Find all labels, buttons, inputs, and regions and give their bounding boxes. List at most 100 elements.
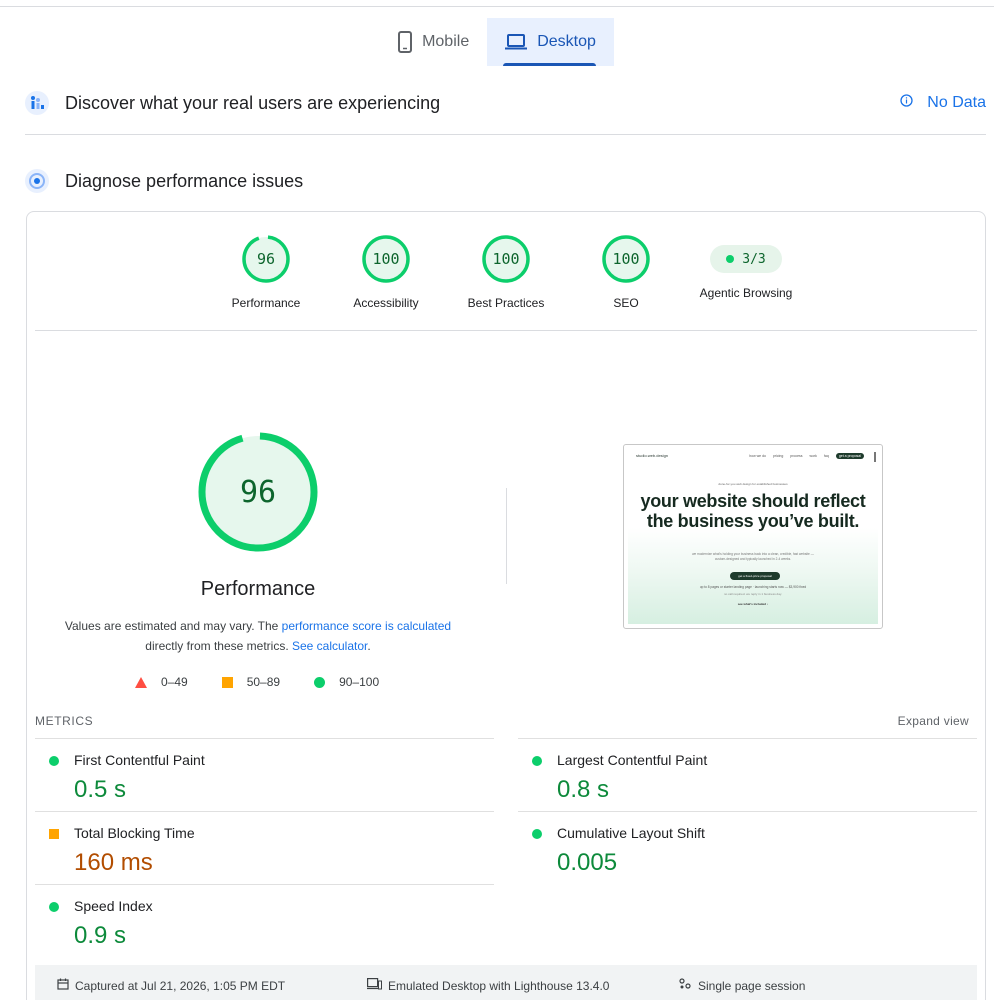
- metric-value: 0.005: [557, 849, 618, 876]
- legend-item-average: 50–89: [221, 675, 281, 689]
- gauge-label: Accessibility: [353, 296, 419, 310]
- thumb-brand: studio.web.design: [636, 453, 669, 458]
- session-icon: [678, 978, 692, 993]
- thumb-subtext: we modernize what's holding your busines…: [692, 552, 814, 561]
- legend-range: 90–100: [339, 675, 380, 689]
- thumb-line: see what's included ↓: [737, 602, 769, 606]
- category-gauges: 96 Performance 100 Accessibility 100 Bes…: [27, 234, 987, 324]
- gauge-ring: 100: [361, 234, 411, 284]
- gauge-agentic-browsing[interactable]: 3/3 Agentic Browsing: [686, 234, 806, 300]
- thumb-line: up to 8 pages or starter landing page · …: [699, 585, 807, 589]
- diagnose-title: Diagnose performance issues: [65, 170, 304, 191]
- see-calculator-link[interactable]: See calculator: [292, 639, 367, 653]
- score-calculated-link[interactable]: performance score is calculated: [282, 619, 451, 633]
- diagnose-section: Diagnose performance issues: [25, 166, 986, 196]
- circle-icon: [314, 676, 326, 688]
- desc-text: .: [367, 639, 371, 653]
- performance-title: Performance: [200, 578, 316, 600]
- thumbnail-content: studio.web.design how we do pricing proc…: [628, 449, 878, 624]
- pass-dot-icon: [726, 255, 735, 263]
- gauge-best-practices[interactable]: 100 Best Practices: [446, 234, 566, 310]
- thumb-cta-button: get a fixed-price proposal: [730, 572, 780, 580]
- metrics-heading: METRICS: [35, 714, 94, 728]
- thumb-nav-item: faq: [823, 454, 829, 458]
- thumb-nav-item: process: [790, 454, 803, 458]
- info-icon: [900, 94, 913, 112]
- tab-desktop[interactable]: Desktop: [487, 18, 614, 66]
- gauge-performance[interactable]: 96 Performance: [206, 234, 326, 310]
- gauge-ring: 100: [601, 234, 651, 284]
- metric-tbt: Total Blocking Time 160 ms: [35, 811, 494, 884]
- gauge-label: Best Practices: [467, 296, 545, 310]
- tab-mobile-label: Mobile: [422, 33, 470, 50]
- agentic-score-pill: 3/3: [710, 245, 782, 273]
- no-data-link[interactable]: No Data: [900, 94, 986, 112]
- gauge-score: 100: [492, 250, 520, 268]
- thumb-line: no call required. we reply in 1 business…: [724, 592, 782, 596]
- desc-text: Values are estimated and may vary. The: [64, 619, 282, 633]
- gauge-label: SEO: [613, 296, 639, 310]
- page-screenshot-thumbnail[interactable]: studio.web.design how we do pricing proc…: [623, 444, 883, 629]
- tab-desktop-label: Desktop: [537, 33, 596, 50]
- legend-range: 0–49: [161, 675, 188, 689]
- thumb-nav: how we do pricing process work faq get a…: [749, 453, 864, 459]
- field-data-title: Discover what your real users are experi…: [65, 92, 441, 113]
- thumb-scrollbar: [874, 452, 876, 462]
- metric-value: 0.9 s: [74, 922, 127, 949]
- expand-view-button[interactable]: Expand view: [898, 714, 969, 728]
- session-type-text: Single page session: [698, 978, 806, 993]
- thumb-nav-button: get a proposal: [835, 453, 864, 459]
- report-card: 96 Performance 100 Accessibility 100 Bes…: [26, 211, 986, 1000]
- performance-big-score: 96: [239, 474, 277, 510]
- gauge-label: Performance: [231, 296, 301, 310]
- performance-big-gauge: 96: [197, 431, 319, 553]
- emulated-device-text: Emulated Desktop with Lighthouse 13.4.0: [388, 978, 610, 993]
- square-icon: [221, 676, 233, 688]
- gauge-score: 100: [612, 250, 640, 268]
- lighthouse-icon: [25, 169, 49, 193]
- metric-value: 0.8 s: [557, 776, 610, 803]
- legend-item-poor: 0–49: [135, 675, 188, 689]
- phone-icon: [398, 31, 413, 53]
- tab-mobile[interactable]: Mobile: [380, 18, 487, 66]
- metric-cls: Cumulative Layout Shift 0.005: [518, 811, 977, 884]
- device-tabs: Mobile Desktop: [0, 18, 994, 66]
- good-circle-icon: [532, 829, 542, 839]
- captured-at-text: Captured at Jul 21, 2026, 1:05 PM EDT: [75, 978, 286, 993]
- gauge-score: 100: [372, 250, 400, 268]
- captured-at: Captured at Jul 21, 2026, 1:05 PM EDT: [57, 978, 285, 993]
- good-circle-icon: [49, 756, 59, 766]
- thumb-nav-item: work: [809, 454, 817, 458]
- legend-item-good: 90–100: [314, 675, 379, 689]
- metric-value: 160 ms: [74, 849, 153, 876]
- field-data-section: Discover what your real users are experi…: [25, 88, 986, 118]
- thumb-nav-item: how we do: [749, 454, 766, 458]
- gauge-seo[interactable]: 100 SEO: [566, 234, 686, 310]
- thumb-headline: your website should reflect the business…: [640, 491, 866, 531]
- average-square-icon: [49, 829, 59, 839]
- legend-range: 50–89: [246, 675, 281, 689]
- runtime-settings-bar: Captured at Jul 21, 2026, 1:05 PM EDT Em…: [35, 965, 977, 1000]
- laptop-icon: [505, 34, 528, 50]
- metric-fcp: First Contentful Paint 0.5 s: [35, 738, 494, 811]
- desc-text: directly from these metrics.: [145, 639, 292, 653]
- performance-description: Values are estimated and may vary. The p…: [57, 616, 459, 656]
- section-divider: [25, 134, 986, 135]
- session-type[interactable]: Single page session: [678, 978, 805, 993]
- gauge-score: 96: [256, 250, 276, 268]
- good-circle-icon: [532, 756, 542, 766]
- calendar-icon: [57, 978, 69, 993]
- emulated-device[interactable]: Emulated Desktop with Lighthouse 13.4.0: [367, 978, 609, 993]
- metric-value: 0.5 s: [74, 776, 127, 803]
- gauge-ring: 96: [241, 234, 291, 284]
- thumb-nav-item: pricing: [772, 454, 784, 458]
- metric-name: Largest Contentful Paint: [557, 752, 708, 768]
- gauge-accessibility[interactable]: 100 Accessibility: [326, 234, 446, 310]
- metric-speed-index: Speed Index 0.9 s: [35, 884, 494, 957]
- metric-lcp: Largest Contentful Paint 0.8 s: [518, 738, 977, 811]
- desktop-device-icon: [367, 978, 382, 993]
- score-legend: 0–49 50–89 90–100: [135, 675, 413, 689]
- gauge-label: Agentic Browsing: [699, 286, 793, 300]
- users-chart-icon: [25, 91, 49, 115]
- card-divider: [35, 330, 977, 331]
